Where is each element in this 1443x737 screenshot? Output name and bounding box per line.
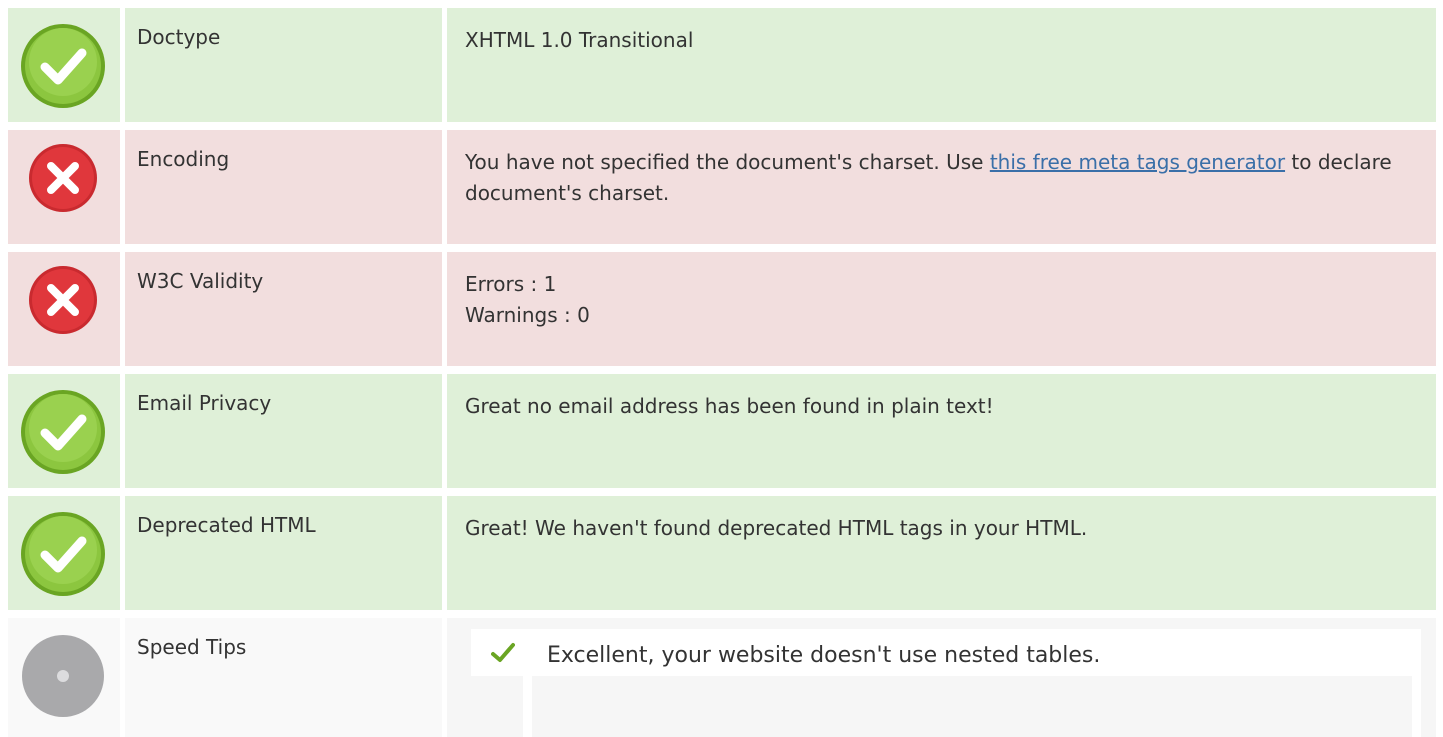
- w3c-errors: Errors : 1: [465, 272, 557, 296]
- report-row-deprecated-html: Deprecated HTML Great! We haven't found …: [0, 496, 1443, 610]
- status-cell: [8, 252, 120, 366]
- speed-tips-panel: Excellent, your website doesn't use nest…: [471, 629, 1421, 737]
- row-label: W3C Validity: [125, 252, 442, 366]
- row-label: Speed Tips: [125, 618, 442, 737]
- checkmark-icon: [491, 641, 515, 665]
- speed-tip-next-text-cell: [532, 676, 1412, 737]
- status-cell: [8, 496, 120, 610]
- report-row-doctype: Doctype XHTML 1.0 Transitional: [0, 8, 1443, 122]
- row-label: Email Privacy: [125, 374, 442, 488]
- report-row-w3c-validity: W3C Validity Errors : 1 Warnings : 0: [0, 252, 1443, 366]
- status-cell: [8, 8, 120, 122]
- report-row-encoding: Encoding You have not specified the docu…: [0, 130, 1443, 244]
- report-row-email-privacy: Email Privacy Great no email address has…: [0, 374, 1443, 488]
- encoding-text-before: You have not specified the document's ch…: [465, 150, 990, 174]
- row-label: Doctype: [125, 8, 442, 122]
- row-value: You have not specified the document's ch…: [447, 130, 1436, 244]
- speed-tip-next-row: [471, 676, 1421, 737]
- check-circle-icon: [19, 22, 107, 110]
- status-cell: [8, 130, 120, 244]
- speed-tip-next-mark-cell: [471, 676, 523, 737]
- meta-tags-generator-link[interactable]: this free meta tags generator: [990, 150, 1285, 174]
- speed-tip-text: Excellent, your website doesn't use nest…: [547, 643, 1101, 668]
- error-circle-icon: [27, 142, 99, 214]
- row-value: XHTML 1.0 Transitional: [447, 8, 1436, 122]
- status-cell: [8, 374, 120, 488]
- seo-report-table: Doctype XHTML 1.0 Transitional Encoding …: [0, 0, 1443, 737]
- row-value: Errors : 1 Warnings : 0: [447, 252, 1436, 366]
- row-value: Great no email address has been found in…: [447, 374, 1436, 488]
- row-label: Encoding: [125, 130, 442, 244]
- w3c-warnings: Warnings : 0: [465, 303, 590, 327]
- row-value: Great! We haven't found deprecated HTML …: [447, 496, 1436, 610]
- info-circle-icon: [19, 632, 107, 720]
- row-label: Deprecated HTML: [125, 496, 442, 610]
- check-circle-icon: [19, 510, 107, 598]
- check-circle-icon: [19, 388, 107, 476]
- error-circle-icon: [27, 264, 99, 336]
- status-cell: [8, 618, 120, 737]
